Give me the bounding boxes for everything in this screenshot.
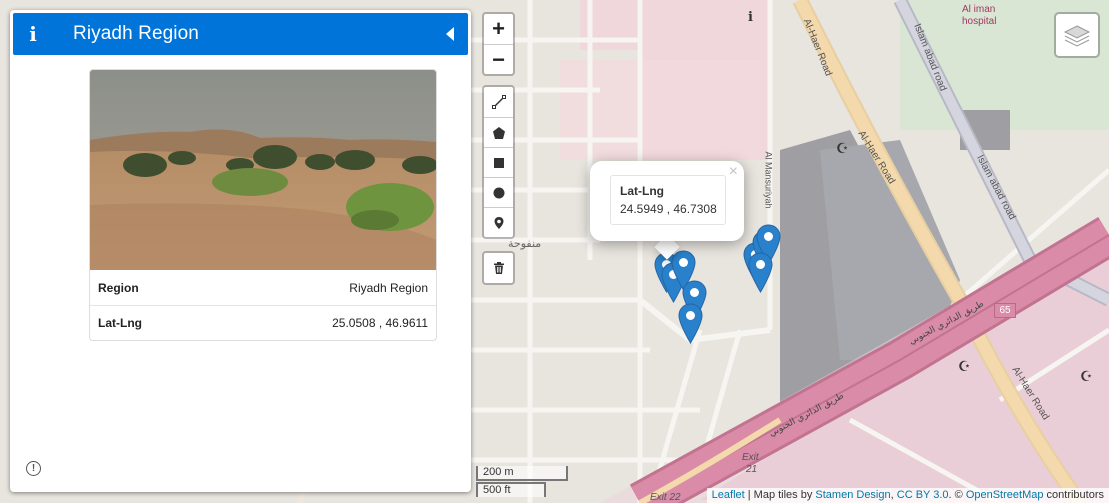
detail-key: Region [98,280,139,295]
mosque-icon: ☪ [958,358,971,374]
road-label: Al Mansuriyah [763,151,774,209]
road-shield: 65 [994,303,1016,318]
map-marker[interactable] [678,303,703,349]
mosque-icon: ☪ [1080,368,1093,384]
polygon-icon [492,126,505,139]
sidebar-header: i Riyadh Region [13,13,468,55]
leaflet-link[interactable]: Leaflet [712,489,745,501]
poi-label: hospital [962,16,997,27]
detail-key: Lat-Lng [98,316,142,330]
attribution-text: . © [948,489,966,501]
osm-link[interactable]: OpenStreetMap [966,489,1044,501]
polyline-icon [491,95,506,109]
popup-content: Lat-Lng 24.5949 , 46.7308 [610,175,726,225]
draw-polygon-button[interactable] [484,117,513,147]
attribution-text: contributors [1043,489,1104,501]
detail-value: 25.0508 , 46.9611 [332,316,428,330]
rectangle-icon [493,157,504,168]
draw-rectangle-button[interactable] [484,147,513,177]
sidebar-title: Riyadh Region [73,23,199,44]
exit-label: 21 [746,464,758,475]
info-icon[interactable]: i [13,22,53,46]
poi-label: Al iman [962,4,996,15]
region-card: Region Riyadh Region Lat-Lng 25.0508 , 46.9… [89,69,437,341]
popup-key: Lat-Lng [620,184,664,198]
trash-icon [493,262,504,274]
popup-value: 24.5949 , 46.7308 [620,202,717,216]
map-marker[interactable] [748,252,773,298]
scale-control: 200 m 500 ft [476,466,568,497]
attribution: Leaflet | Map tiles by Stamen Design, CC… [706,488,1109,503]
sidebar: i Riyadh Region Region Riyadh Region Lat… [10,10,471,492]
caret-left-icon[interactable] [446,27,454,41]
sidebar-content: Region Riyadh Region Lat-Lng 25.0508 , 46.9… [10,55,471,492]
layers-control[interactable] [1054,12,1100,58]
stamen-link[interactable]: Stamen Design [815,489,890,501]
detail-row: Region Riyadh Region [90,270,436,305]
exit-label: Exit 22 [650,492,681,503]
draw-marker-button[interactable] [484,207,513,237]
info-point-icon: i [748,10,753,25]
delete-layers-button[interactable] [482,251,515,285]
region-photo [90,70,436,270]
region-details: Region Riyadh Region Lat-Lng 25.0508 , 46.9… [90,270,436,340]
draw-polyline-button[interactable] [484,87,513,117]
latlng-popup: × Lat-Lng 24.5949 , 46.7308 [590,161,744,241]
detail-row: Lat-Lng 25.0508 , 46.9611 [90,305,436,340]
exit-label: Exit [742,452,759,463]
draw-circle-button[interactable] [484,177,513,207]
scale-metric: 200 m [476,466,568,481]
attribution-text: | Map tiles by [744,489,816,501]
zoom-out-button[interactable]: − [484,44,513,74]
mosque-icon: ☪ [836,140,849,156]
draw-toolbar [482,85,515,239]
scale-imperial: 500 ft [476,482,546,497]
zoom-in-button[interactable]: + [484,14,513,44]
detail-value: Riyadh Region [349,280,428,295]
cc-link[interactable]: CC BY 3.0 [897,489,949,501]
circle-icon [493,187,504,198]
alert-circle-icon[interactable]: ! [26,461,41,476]
zoom-control: + − [482,12,515,76]
marker-icon [494,216,503,229]
popup-close-button[interactable]: × [729,163,738,181]
layers-icon [1063,25,1091,47]
area-label: منفوحة [508,237,542,250]
